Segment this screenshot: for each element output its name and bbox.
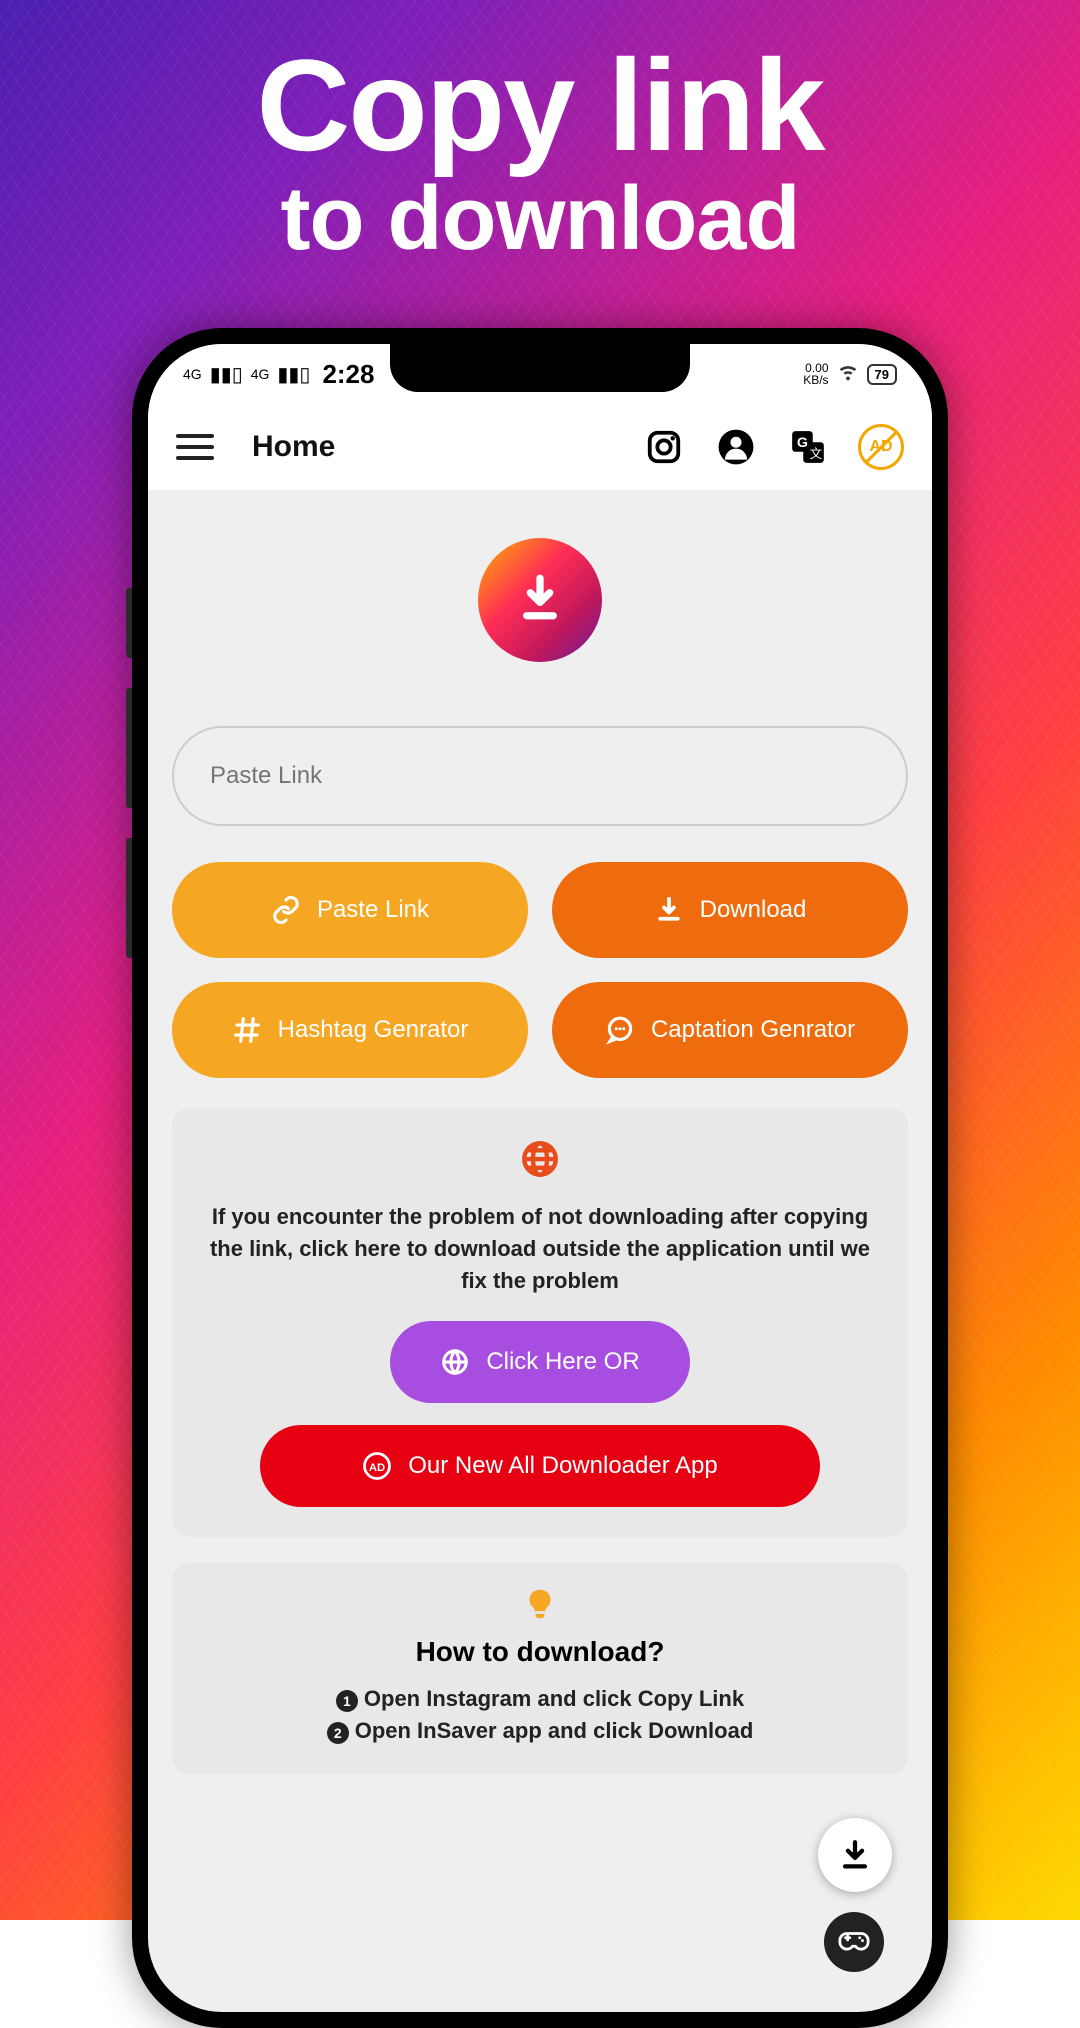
ad-badge-icon: AD: [362, 1451, 392, 1481]
notch: [390, 344, 690, 392]
battery-indicator: 79: [867, 364, 897, 385]
promo-title: Copy link to download: [0, 40, 1080, 269]
account-icon[interactable]: [714, 425, 758, 469]
phone-screen: 4G ▮▮▯ 4G ▮▮▯ 2:28 0.00KB/s 79 Home: [148, 344, 932, 2012]
click-here-label: Click Here OR: [486, 1348, 639, 1376]
fallback-card: If you encounter the problem of not down…: [172, 1108, 908, 1537]
hashtag-generator-button[interactable]: Hashtag Genrator: [172, 982, 528, 1078]
svg-text:AD: AD: [369, 1462, 385, 1474]
new-app-label: Our New All Downloader App: [408, 1452, 718, 1480]
fallback-text: If you encounter the problem of not down…: [196, 1201, 884, 1297]
promo-line2: to download: [0, 170, 1080, 269]
web-icon: [440, 1347, 470, 1377]
net-speed: 0.00KB/s: [803, 362, 828, 386]
signal-bars-icon-2: ▮▮▯: [277, 362, 310, 387]
floating-game-button[interactable]: [824, 1912, 884, 1972]
paste-link-button[interactable]: Paste Link: [172, 862, 528, 958]
caption-label: Captation Genrator: [651, 1016, 855, 1044]
hashtag-label: Hashtag Genrator: [278, 1016, 469, 1044]
phone-frame: 4G ▮▮▯ 4G ▮▮▯ 2:28 0.00KB/s 79 Home: [132, 328, 948, 2028]
download-icon: [838, 1838, 872, 1872]
lightbulb-icon: [196, 1587, 884, 1626]
gamepad-icon: [837, 1925, 871, 1959]
wifi-icon: [837, 360, 859, 388]
download-button[interactable]: Download: [552, 862, 908, 958]
menu-button[interactable]: [176, 434, 214, 460]
howto-step-2: 2Open InSaver app and click Download: [196, 1718, 884, 1744]
link-input[interactable]: [172, 726, 908, 826]
no-ads-icon[interactable]: AD: [858, 424, 904, 470]
new-app-button[interactable]: AD Our New All Downloader App: [260, 1425, 820, 1507]
promo-line1: Copy link: [0, 40, 1080, 170]
floating-download-button[interactable]: [818, 1818, 892, 1892]
globe-icon: [196, 1138, 884, 1185]
status-time: 2:28: [322, 359, 374, 390]
translate-icon[interactable]: G文: [786, 425, 830, 469]
svg-text:文: 文: [810, 447, 823, 461]
svg-text:G: G: [797, 435, 808, 451]
app-header: Home G文 AD: [148, 404, 932, 490]
paste-link-label: Paste Link: [317, 896, 429, 924]
page-title: Home: [252, 430, 335, 464]
signal-bars-icon: ▮▮▯: [210, 362, 243, 387]
chat-icon: [605, 1015, 635, 1045]
caption-generator-button[interactable]: Captation Genrator: [552, 982, 908, 1078]
instagram-icon[interactable]: [642, 425, 686, 469]
signal-1-label: 4G: [183, 366, 202, 382]
signal-2-label: 4G: [251, 366, 270, 382]
download-icon: [654, 895, 684, 925]
howto-card: How to download? 1Open Instagram and cli…: [172, 1563, 908, 1774]
download-label: Download: [700, 896, 807, 924]
app-logo: [478, 538, 602, 662]
hashtag-icon: [232, 1015, 262, 1045]
howto-title: How to download?: [196, 1636, 884, 1668]
howto-step-1: 1Open Instagram and click Copy Link: [196, 1686, 884, 1712]
click-here-button[interactable]: Click Here OR: [390, 1321, 689, 1403]
link-icon: [271, 895, 301, 925]
